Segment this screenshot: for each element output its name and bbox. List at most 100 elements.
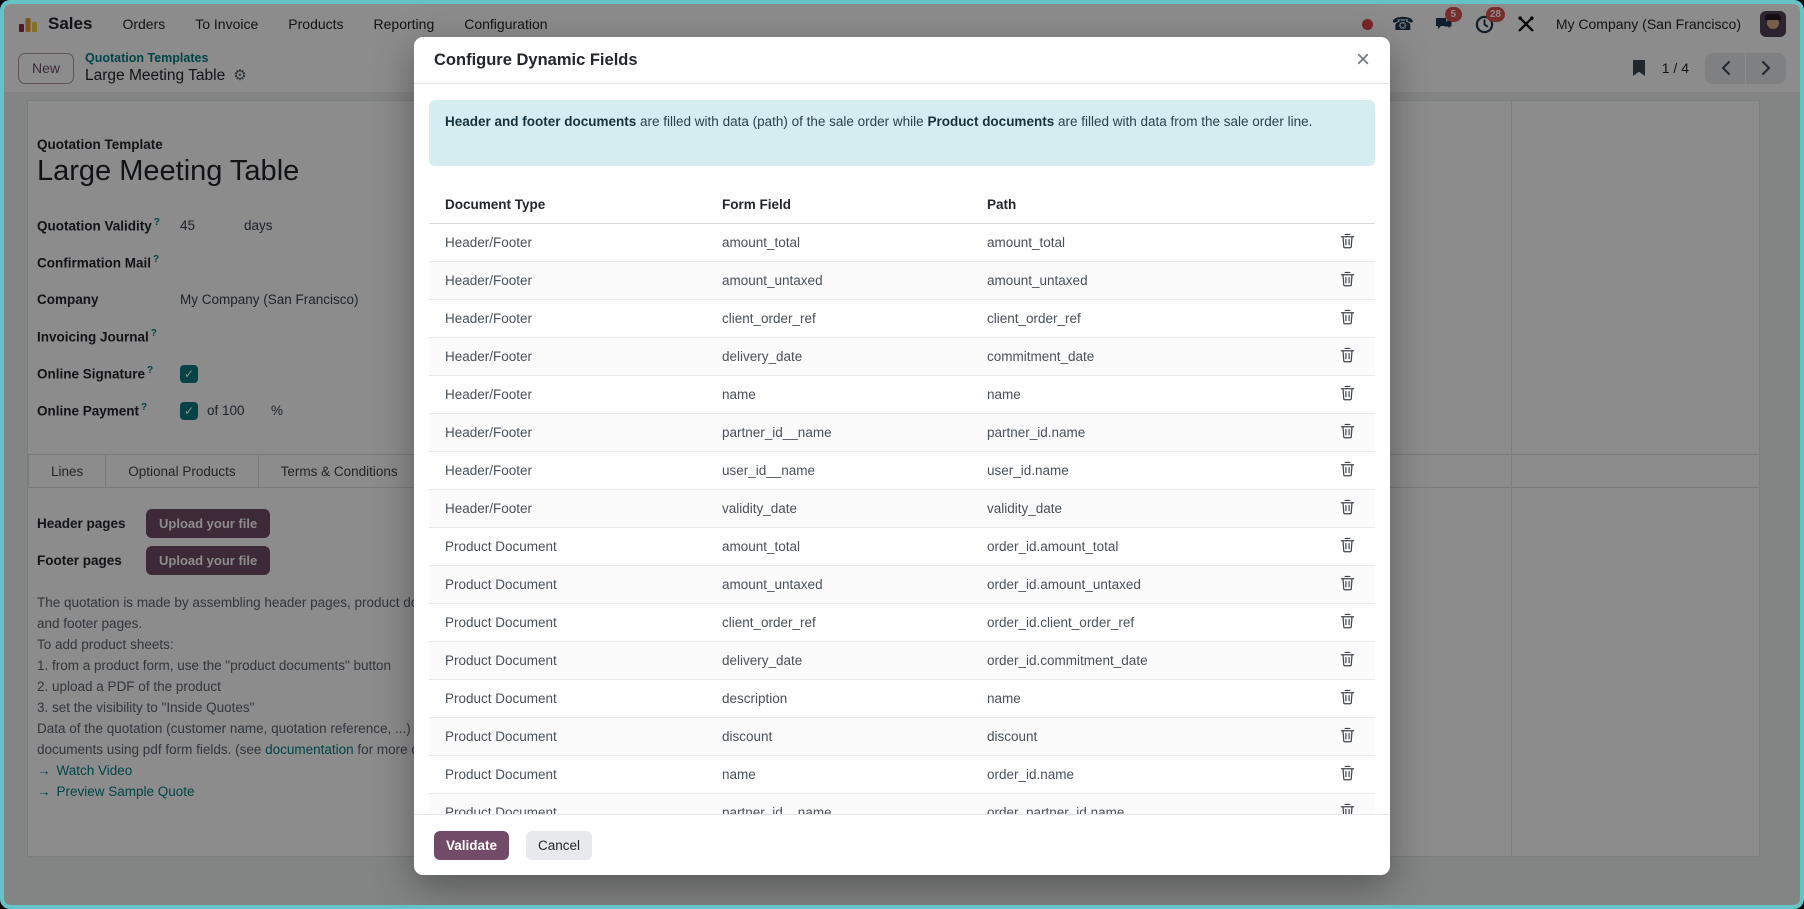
table-row[interactable]: Product Documentdescriptionname [429,680,1375,718]
cell-document-type: Header/Footer [429,262,706,300]
table-row[interactable]: Product Documentamount_totalorder_id.amo… [429,528,1375,566]
cell-path: user_id.name [971,452,1319,490]
cell-actions [1319,262,1375,300]
cell-actions [1319,414,1375,452]
delete-row-button[interactable] [1338,269,1357,292]
dialog-body: Header and footer documents are filled w… [414,84,1390,814]
cell-actions [1319,300,1375,338]
delete-row-button[interactable] [1338,421,1357,444]
table-row[interactable]: Product Documentamount_untaxedorder_id.a… [429,566,1375,604]
cell-path: commitment_date [971,338,1319,376]
alert-mid-text: are filled with data (path) of the sale … [636,114,927,129]
table-row[interactable]: Header/Footervalidity_datevalidity_date [429,490,1375,528]
cell-document-type: Header/Footer [429,490,706,528]
column-path: Path [971,189,1319,224]
cell-actions [1319,642,1375,680]
dialog-footer: Validate Cancel [414,814,1390,875]
cell-document-type: Header/Footer [429,414,706,452]
cell-actions [1319,794,1375,815]
delete-row-button[interactable] [1338,687,1357,710]
cell-form-field: name [706,756,971,794]
cell-actions [1319,452,1375,490]
app-window: Sales OrdersTo InvoiceProductsReportingC… [0,0,1804,909]
cell-form-field: client_order_ref [706,604,971,642]
trash-icon [1340,309,1355,325]
delete-row-button[interactable] [1338,611,1357,634]
delete-row-button[interactable] [1338,535,1357,558]
cell-document-type: Product Document [429,604,706,642]
table-row[interactable]: Product Documentpartner_id__nameorder_pa… [429,794,1375,815]
table-row[interactable]: Product Documentclient_order_reforder_id… [429,604,1375,642]
cell-path: partner_id.name [971,414,1319,452]
table-row[interactable]: Header/Footeruser_id__nameuser_id.name [429,452,1375,490]
cell-form-field: discount [706,718,971,756]
cell-document-type: Header/Footer [429,376,706,414]
cancel-button[interactable]: Cancel [526,831,592,860]
cell-path: discount [971,718,1319,756]
cell-actions [1319,756,1375,794]
cell-actions [1319,376,1375,414]
cell-document-type: Product Document [429,718,706,756]
cell-document-type: Header/Footer [429,338,706,376]
cell-document-type: Product Document [429,680,706,718]
table-row[interactable]: Header/Footeramount_totalamount_total [429,224,1375,262]
cell-path: order_id.client_order_ref [971,604,1319,642]
cell-form-field: partner_id__name [706,414,971,452]
table-row[interactable]: Product Documentdiscountdiscount [429,718,1375,756]
cell-actions [1319,566,1375,604]
delete-row-button[interactable] [1338,763,1357,786]
cell-document-type: Header/Footer [429,300,706,338]
info-alert: Header and footer documents are filled w… [429,100,1375,166]
table-row[interactable]: Header/Footeramount_untaxedamount_untaxe… [429,262,1375,300]
delete-row-button[interactable] [1338,307,1357,330]
dynamic-fields-table: Document Type Form Field Path Header/Foo… [429,189,1375,814]
delete-row-button[interactable] [1338,801,1357,814]
cell-path: name [971,680,1319,718]
alert-tail-text: are filled with data from the sale order… [1054,114,1312,129]
table-row[interactable]: Header/Footernamename [429,376,1375,414]
validate-button[interactable]: Validate [434,831,509,860]
delete-row-button[interactable] [1338,649,1357,672]
cell-document-type: Product Document [429,756,706,794]
trash-icon [1340,613,1355,629]
cell-document-type: Product Document [429,642,706,680]
cell-form-field: partner_id__name [706,794,971,815]
cell-path: order_id.commitment_date [971,642,1319,680]
cell-path: amount_untaxed [971,262,1319,300]
trash-icon [1340,499,1355,515]
trash-icon [1340,233,1355,249]
table-row[interactable]: Header/Footerpartner_id__namepartner_id.… [429,414,1375,452]
delete-row-button[interactable] [1338,573,1357,596]
cell-form-field: amount_untaxed [706,566,971,604]
alert-bold-product: Product documents [927,114,1054,129]
table-row[interactable]: Header/Footerclient_order_refclient_orde… [429,300,1375,338]
trash-icon [1340,385,1355,401]
column-document-type: Document Type [429,189,706,224]
cell-form-field: delivery_date [706,338,971,376]
trash-icon [1340,537,1355,553]
trash-icon [1340,575,1355,591]
cell-form-field: client_order_ref [706,300,971,338]
cell-path: order_id.amount_total [971,528,1319,566]
delete-row-button[interactable] [1338,459,1357,482]
table-row[interactable]: Product Documentdelivery_dateorder_id.co… [429,642,1375,680]
table-header-row: Document Type Form Field Path [429,189,1375,224]
cell-actions [1319,528,1375,566]
table-row[interactable]: Product Documentnameorder_id.name [429,756,1375,794]
column-actions [1319,189,1375,224]
fields-table-scroll-area[interactable]: Document Type Form Field Path Header/Foo… [429,189,1375,814]
delete-row-button[interactable] [1338,497,1357,520]
cell-actions [1319,224,1375,262]
cell-actions [1319,604,1375,642]
cell-form-field: delivery_date [706,642,971,680]
delete-row-button[interactable] [1338,345,1357,368]
delete-row-button[interactable] [1338,231,1357,254]
close-icon[interactable]: × [1356,48,1370,72]
alert-bold-header-footer: Header and footer documents [445,114,636,129]
table-row[interactable]: Header/Footerdelivery_datecommitment_dat… [429,338,1375,376]
cell-actions [1319,490,1375,528]
delete-row-button[interactable] [1338,383,1357,406]
dialog-header: Configure Dynamic Fields × [414,37,1390,84]
delete-row-button[interactable] [1338,725,1357,748]
trash-icon [1340,651,1355,667]
